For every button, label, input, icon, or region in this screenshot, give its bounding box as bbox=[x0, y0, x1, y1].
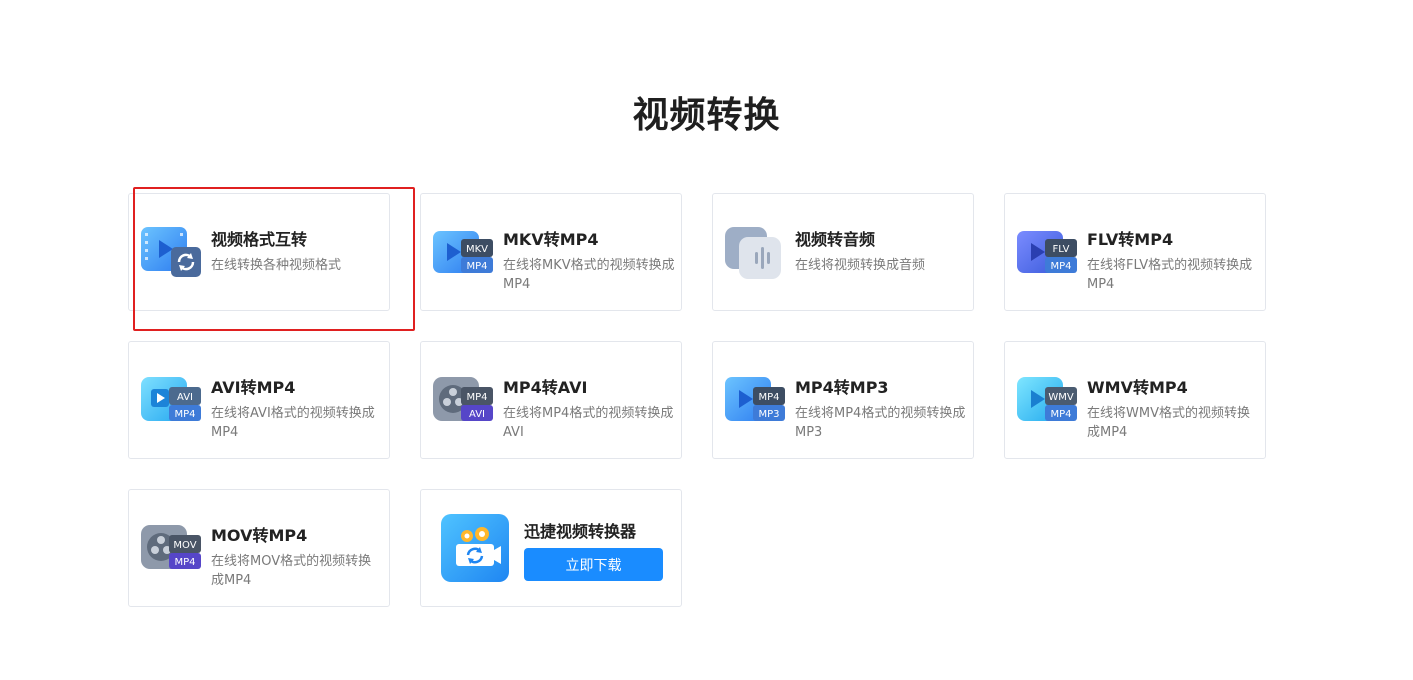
mkv-to-mp4-icon: MKV MP4 bbox=[433, 231, 493, 273]
mov-to-mp4-icon: MOV MP4 bbox=[141, 525, 201, 569]
svg-text:MKV: MKV bbox=[466, 244, 488, 255]
card-mkv-to-mp4[interactable]: MKV MP4 MKV转MP4 在线将MKV格式的视频转换成MP4 bbox=[420, 193, 682, 311]
svg-text:MP4: MP4 bbox=[758, 392, 779, 403]
download-button[interactable]: 立即下载 bbox=[524, 548, 663, 581]
card-desc: 在线将视频转换成音频 bbox=[795, 258, 926, 273]
card-title: FLV转MP4 bbox=[1087, 230, 1174, 249]
card-desc: 在线将MOV格式的视频转换成MP4 bbox=[211, 554, 372, 588]
card-title: MP4转MP3 bbox=[795, 378, 889, 397]
card-desc: 在线将AVI格式的视频转换成MP4 bbox=[211, 406, 375, 440]
promo-title: 迅捷视频转换器 bbox=[524, 522, 637, 541]
card-video-format-convert[interactable]: 视频格式互转 在线转换各种视频格式 bbox=[128, 193, 390, 311]
avi-to-mp4-icon: AVI MP4 bbox=[141, 377, 201, 421]
card-wmv-to-mp4[interactable]: WMV MP4 WMV转MP4 在线将WMV格式的视频转换成MP4 bbox=[1004, 341, 1266, 459]
mp4-to-mp3-icon: MP4 MP3 bbox=[725, 377, 785, 421]
video-converter-app-icon bbox=[441, 514, 509, 582]
card-title: 视频转音频 bbox=[795, 230, 876, 249]
card-desc: 在线将MP4格式的视频转换成AVI bbox=[503, 406, 674, 440]
video-to-audio-icon bbox=[725, 227, 781, 279]
mp4-to-avi-icon: MP4 AVI bbox=[433, 377, 493, 421]
card-mp4-to-avi[interactable]: MP4 AVI MP4转AVI 在线将MP4格式的视频转换成AVI bbox=[420, 341, 682, 459]
card-desc: 在线将FLV格式的视频转换成MP4 bbox=[1087, 258, 1253, 292]
svg-text:MP4: MP4 bbox=[466, 392, 487, 403]
svg-text:MP4: MP4 bbox=[174, 557, 195, 568]
card-desc: 在线将MP4格式的视频转换成MP3 bbox=[795, 406, 966, 440]
flv-to-mp4-icon: FLV MP4 bbox=[1017, 231, 1077, 273]
svg-text:MP4: MP4 bbox=[1050, 409, 1071, 420]
card-title: WMV转MP4 bbox=[1087, 378, 1188, 397]
card-title: 视频格式互转 bbox=[211, 230, 308, 249]
promo-card: 迅捷视频转换器 立即下载 bbox=[420, 489, 682, 607]
svg-text:FLV: FLV bbox=[1052, 244, 1069, 255]
page: 视频转换 视频格式互转 在线转换各种视频格式 MKV MP4 MKV转MP4 在… bbox=[0, 0, 1413, 680]
card-mov-to-mp4[interactable]: MOV MP4 MOV转MP4 在线将MOV格式的视频转换成MP4 bbox=[128, 489, 390, 607]
svg-text:MP4: MP4 bbox=[1050, 261, 1071, 272]
page-title: 视频转换 bbox=[632, 95, 781, 136]
card-desc: 在线转换各种视频格式 bbox=[211, 258, 342, 273]
svg-text:MP3: MP3 bbox=[758, 409, 779, 420]
card-title: AVI转MP4 bbox=[211, 378, 296, 397]
svg-text:MP4: MP4 bbox=[174, 409, 195, 420]
card-avi-to-mp4[interactable]: AVI MP4 AVI转MP4 在线将AVI格式的视频转换成MP4 bbox=[128, 341, 390, 459]
svg-text:MOV: MOV bbox=[173, 540, 196, 551]
video-convert-icon bbox=[141, 227, 201, 277]
svg-text:MP4: MP4 bbox=[466, 261, 487, 272]
wmv-to-mp4-icon: WMV MP4 bbox=[1017, 377, 1077, 421]
card-video-to-audio[interactable]: 视频转音频 在线将视频转换成音频 bbox=[712, 193, 974, 311]
svg-text:AVI: AVI bbox=[177, 392, 193, 403]
card-desc: 在线将MKV格式的视频转换成MP4 bbox=[503, 258, 675, 292]
card-title: MP4转AVI bbox=[503, 378, 588, 397]
card-title: MKV转MP4 bbox=[503, 230, 599, 249]
svg-text:WMV: WMV bbox=[1048, 392, 1074, 403]
card-desc: 在线将WMV格式的视频转换成MP4 bbox=[1087, 406, 1250, 440]
svg-text:AVI: AVI bbox=[469, 409, 485, 420]
card-flv-to-mp4[interactable]: FLV MP4 FLV转MP4 在线将FLV格式的视频转换成MP4 bbox=[1004, 193, 1266, 311]
card-mp4-to-mp3[interactable]: MP4 MP3 MP4转MP3 在线将MP4格式的视频转换成MP3 bbox=[712, 341, 974, 459]
card-title: MOV转MP4 bbox=[211, 526, 308, 545]
